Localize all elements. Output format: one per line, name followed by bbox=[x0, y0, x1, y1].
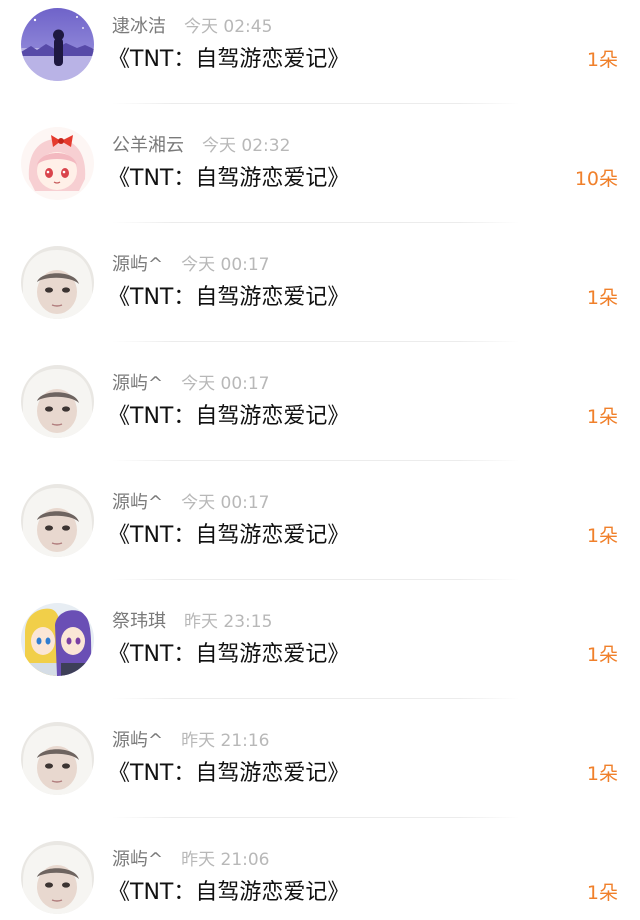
avatar[interactable] bbox=[21, 484, 94, 557]
item-meta: 源屿^ 昨天 21:16 bbox=[112, 728, 270, 754]
work-title[interactable]: 《TNT：自驾游恋爱记》 bbox=[108, 42, 349, 78]
divider bbox=[112, 698, 520, 699]
user-name[interactable]: 逮冰洁 bbox=[112, 16, 166, 37]
timestamp: 昨天 23:15 bbox=[184, 612, 273, 632]
flower-count: 1朵 bbox=[586, 287, 618, 309]
divider bbox=[112, 460, 520, 461]
work-title[interactable]: 《TNT：自驾游恋爱记》 bbox=[108, 637, 349, 673]
list-item[interactable]: 祭玮琪 昨天 23:15 《TNT：自驾游恋爱记》 1朵 bbox=[0, 595, 640, 714]
list-item[interactable]: 源屿^ 今天 00:17 《TNT：自驾游恋爱记》 1朵 bbox=[0, 238, 640, 357]
timestamp: 昨天 21:06 bbox=[181, 850, 270, 870]
avatar-girl-white-hood-icon bbox=[21, 365, 94, 438]
user-name[interactable]: 源屿^ bbox=[112, 730, 163, 751]
timestamp: 今天 00:17 bbox=[181, 493, 270, 513]
avatar[interactable] bbox=[21, 722, 94, 795]
avatar-girl-white-hood-icon bbox=[21, 246, 94, 319]
item-meta: 祭玮琪 昨天 23:15 bbox=[112, 609, 272, 635]
divider bbox=[112, 222, 520, 223]
user-name[interactable]: 公羊湘云 bbox=[112, 135, 184, 156]
work-title[interactable]: 《TNT：自驾游恋爱记》 bbox=[108, 875, 349, 911]
user-name[interactable]: 源屿^ bbox=[112, 373, 163, 394]
user-name[interactable]: 祭玮琪 bbox=[112, 611, 166, 632]
avatar[interactable] bbox=[21, 8, 94, 81]
work-title[interactable]: 《TNT：自驾游恋爱记》 bbox=[108, 756, 349, 792]
work-title[interactable]: 《TNT：自驾游恋爱记》 bbox=[108, 280, 349, 316]
avatar[interactable] bbox=[21, 603, 94, 676]
list-item[interactable]: 源屿^ 今天 00:17 《TNT：自驾游恋爱记》 1朵 bbox=[0, 357, 640, 476]
flower-count: 1朵 bbox=[586, 644, 618, 666]
divider bbox=[112, 817, 520, 818]
list-item[interactable]: 源屿^ 今天 00:17 《TNT：自驾游恋爱记》 1朵 bbox=[0, 476, 640, 595]
avatar-night-scene-icon bbox=[21, 8, 94, 81]
timestamp: 今天 00:17 bbox=[181, 374, 270, 394]
flower-count: 1朵 bbox=[586, 882, 618, 904]
item-meta: 源屿^ 昨天 21:06 bbox=[112, 847, 270, 873]
flower-count: 1朵 bbox=[586, 525, 618, 547]
flower-count: 10朵 bbox=[574, 168, 618, 190]
list-item[interactable]: 源屿^ 昨天 21:16 《TNT：自驾游恋爱记》 1朵 bbox=[0, 714, 640, 833]
flower-count: 1朵 bbox=[586, 49, 618, 71]
divider bbox=[112, 103, 520, 104]
timestamp: 今天 02:45 bbox=[184, 17, 273, 37]
item-meta: 公羊湘云 今天 02:32 bbox=[112, 133, 290, 159]
timestamp: 昨天 21:16 bbox=[181, 731, 270, 751]
item-meta: 源屿^ 今天 00:17 bbox=[112, 490, 270, 516]
work-title[interactable]: 《TNT：自驾游恋爱记》 bbox=[108, 518, 349, 554]
divider bbox=[112, 341, 520, 342]
avatar[interactable] bbox=[21, 246, 94, 319]
avatar[interactable] bbox=[21, 365, 94, 438]
avatar-girl-white-hood-icon bbox=[21, 722, 94, 795]
avatar-anime-duo-icon bbox=[21, 603, 94, 676]
flower-count: 1朵 bbox=[586, 406, 618, 428]
user-name[interactable]: 源屿^ bbox=[112, 849, 163, 870]
gift-record-list: 逮冰洁 今天 02:45 《TNT：自驾游恋爱记》 1朵 公羊湘云 今天 02:… bbox=[0, 0, 640, 920]
avatar[interactable] bbox=[21, 841, 94, 914]
list-item[interactable]: 公羊湘云 今天 02:32 《TNT：自驾游恋爱记》 10朵 bbox=[0, 119, 640, 238]
timestamp: 今天 02:32 bbox=[202, 136, 291, 156]
divider bbox=[112, 579, 520, 580]
work-title[interactable]: 《TNT：自驾游恋爱记》 bbox=[108, 399, 349, 435]
list-item[interactable]: 源屿^ 昨天 21:06 《TNT：自驾游恋爱记》 1朵 bbox=[0, 833, 640, 920]
avatar-girl-white-hood-icon bbox=[21, 841, 94, 914]
user-name[interactable]: 源屿^ bbox=[112, 492, 163, 513]
item-meta: 源屿^ 今天 00:17 bbox=[112, 252, 270, 278]
timestamp: 今天 00:17 bbox=[181, 255, 270, 275]
list-item[interactable]: 逮冰洁 今天 02:45 《TNT：自驾游恋爱记》 1朵 bbox=[0, 0, 640, 119]
item-meta: 逮冰洁 今天 02:45 bbox=[112, 14, 272, 40]
avatar-anime-girl-red-bow-icon bbox=[21, 127, 94, 200]
work-title[interactable]: 《TNT：自驾游恋爱记》 bbox=[108, 161, 349, 197]
user-name[interactable]: 源屿^ bbox=[112, 254, 163, 275]
flower-count: 1朵 bbox=[586, 763, 618, 785]
item-meta: 源屿^ 今天 00:17 bbox=[112, 371, 270, 397]
avatar[interactable] bbox=[21, 127, 94, 200]
avatar-girl-white-hood-icon bbox=[21, 484, 94, 557]
